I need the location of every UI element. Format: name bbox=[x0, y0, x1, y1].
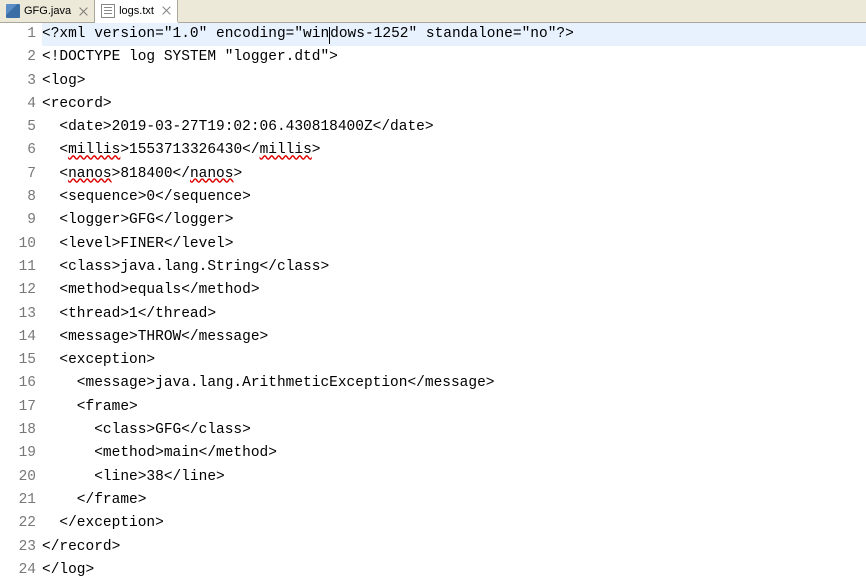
line-number: 20 bbox=[0, 466, 36, 489]
line-number: 24 bbox=[0, 559, 36, 582]
line-number: 8 bbox=[0, 186, 36, 209]
line-number: 13 bbox=[0, 303, 36, 326]
editor[interactable]: 123456789101112131415161718192021222324 … bbox=[0, 23, 866, 582]
line-number: 18 bbox=[0, 419, 36, 442]
line-number: 14 bbox=[0, 326, 36, 349]
line-number: 12 bbox=[0, 279, 36, 302]
tab-logs-txt[interactable]: logs.txt bbox=[95, 0, 178, 23]
code-line[interactable]: <date>2019-03-27T19:02:06.430818400Z</da… bbox=[42, 116, 866, 139]
line-number: 5 bbox=[0, 116, 36, 139]
tab-label: GFG.java bbox=[24, 5, 71, 17]
line-number: 9 bbox=[0, 209, 36, 232]
java-file-icon bbox=[6, 4, 20, 18]
code-area[interactable]: <?xml version="1.0" encoding="windows-12… bbox=[42, 23, 866, 582]
line-number: 23 bbox=[0, 536, 36, 559]
line-number: 19 bbox=[0, 442, 36, 465]
line-number: 17 bbox=[0, 396, 36, 419]
code-line[interactable]: <?xml version="1.0" encoding="windows-12… bbox=[42, 23, 866, 46]
code-line[interactable]: <method>main</method> bbox=[42, 442, 866, 465]
close-icon[interactable] bbox=[162, 6, 171, 15]
code-line[interactable]: <class>GFG</class> bbox=[42, 419, 866, 442]
code-line[interactable]: <nanos>818400</nanos> bbox=[42, 163, 866, 186]
line-number: 11 bbox=[0, 256, 36, 279]
code-line[interactable]: <log> bbox=[42, 70, 866, 93]
code-line[interactable]: </log> bbox=[42, 559, 866, 582]
line-number: 6 bbox=[0, 139, 36, 162]
line-number: 22 bbox=[0, 512, 36, 535]
line-number-gutter: 123456789101112131415161718192021222324 bbox=[0, 23, 42, 582]
code-line[interactable]: <!DOCTYPE log SYSTEM "logger.dtd"> bbox=[42, 46, 866, 69]
line-number: 3 bbox=[0, 70, 36, 93]
code-line[interactable]: </frame> bbox=[42, 489, 866, 512]
code-line[interactable]: <method>equals</method> bbox=[42, 279, 866, 302]
text-file-icon bbox=[101, 4, 115, 18]
code-line[interactable]: <exception> bbox=[42, 349, 866, 372]
line-number: 2 bbox=[0, 46, 36, 69]
code-line[interactable]: <message>java.lang.ArithmeticException</… bbox=[42, 372, 866, 395]
text-cursor bbox=[329, 27, 330, 44]
tab-gfg-java[interactable]: GFG.java bbox=[0, 0, 95, 22]
code-line[interactable]: <logger>GFG</logger> bbox=[42, 209, 866, 232]
code-line[interactable]: <thread>1</thread> bbox=[42, 303, 866, 326]
line-number: 1 bbox=[0, 23, 36, 46]
code-line[interactable]: <record> bbox=[42, 93, 866, 116]
code-line[interactable]: <class>java.lang.String</class> bbox=[42, 256, 866, 279]
line-number: 15 bbox=[0, 349, 36, 372]
code-line[interactable]: <millis>1553713326430</millis> bbox=[42, 139, 866, 162]
code-line[interactable]: <frame> bbox=[42, 396, 866, 419]
line-number: 4 bbox=[0, 93, 36, 116]
code-line[interactable]: <level>FINER</level> bbox=[42, 233, 866, 256]
code-line[interactable]: <message>THROW</message> bbox=[42, 326, 866, 349]
close-icon[interactable] bbox=[79, 7, 88, 16]
line-number: 10 bbox=[0, 233, 36, 256]
tab-bar: GFG.java logs.txt bbox=[0, 0, 866, 23]
line-number: 21 bbox=[0, 489, 36, 512]
code-line[interactable]: </record> bbox=[42, 536, 866, 559]
code-line[interactable]: <line>38</line> bbox=[42, 466, 866, 489]
code-line[interactable]: <sequence>0</sequence> bbox=[42, 186, 866, 209]
tab-label: logs.txt bbox=[119, 5, 154, 17]
line-number: 16 bbox=[0, 372, 36, 395]
code-line[interactable]: </exception> bbox=[42, 512, 866, 535]
line-number: 7 bbox=[0, 163, 36, 186]
